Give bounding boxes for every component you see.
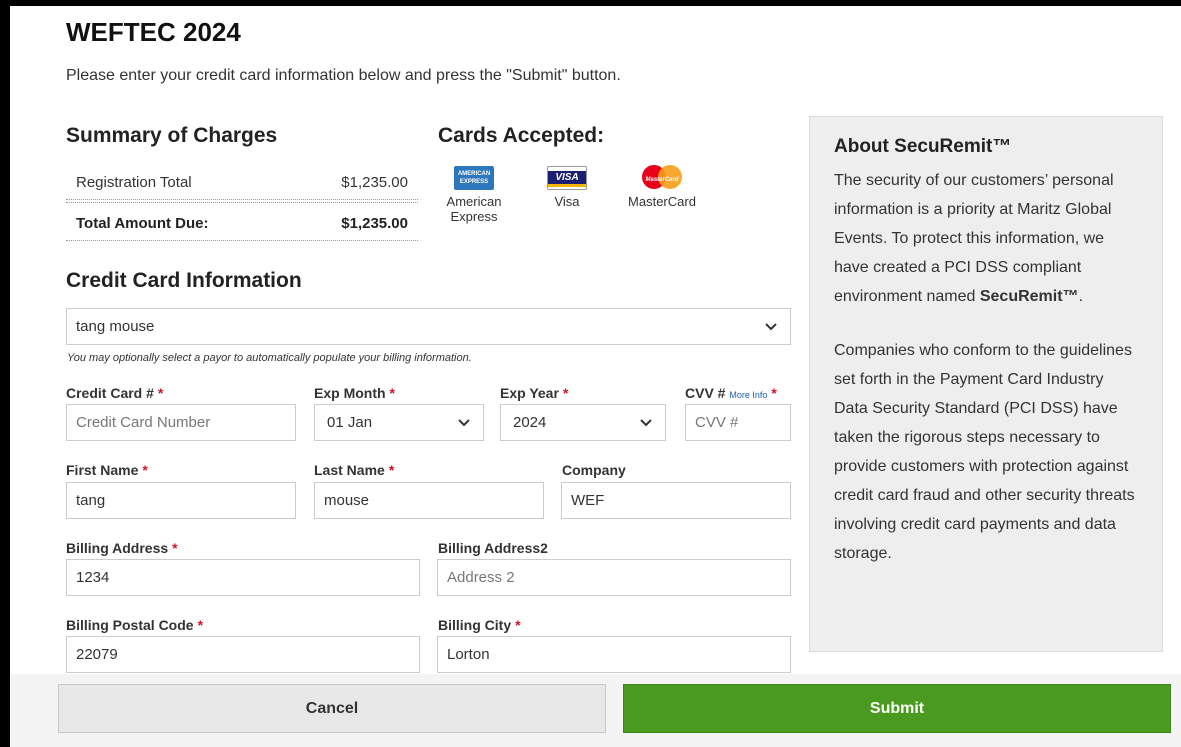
exp-month-value: 01 Jan: [327, 414, 373, 431]
summary-row-value: $1,235.00: [341, 173, 408, 191]
summary-row-total: Total Amount Due: $1,235.00: [66, 212, 418, 234]
payor-hint: You may optionally select a payor to aut…: [67, 352, 472, 364]
first-name-input[interactable]: tang: [66, 482, 296, 519]
billing-address2-label: Billing Address2: [438, 540, 548, 556]
card-mastercard: MasterCard MasterCard: [622, 164, 702, 209]
about-securemit-panel: About SecuRemit™ The security of our cus…: [809, 116, 1163, 652]
required-marker: *: [142, 462, 148, 478]
chevron-down-icon: [765, 323, 777, 331]
exp-year-select[interactable]: 2024: [500, 404, 666, 441]
required-marker: *: [388, 462, 395, 478]
card-name: Express: [450, 209, 498, 224]
billing-address2-input[interactable]: Address 2: [437, 559, 791, 596]
cvv-input[interactable]: CVV #: [685, 404, 791, 441]
payor-select[interactable]: tang mouse: [66, 308, 791, 345]
about-heading: About SecuRemit™: [834, 136, 1012, 157]
summary-heading: Summary of Charges: [66, 124, 278, 147]
cancel-button[interactable]: Cancel: [58, 684, 606, 733]
postal-code-input[interactable]: 22079: [66, 636, 420, 673]
last-name-label: Last Name *: [314, 462, 395, 478]
exp-month-select[interactable]: 01 Jan: [314, 404, 484, 441]
about-paragraph-1: The security of our customers’ personal …: [834, 172, 1114, 305]
mastercard-logo-icon: MasterCard: [641, 164, 683, 190]
page-title: WEFTEC 2024: [66, 17, 241, 47]
company-label: Company: [562, 462, 626, 478]
summary-divider: [66, 202, 418, 203]
amex-logo-icon: AMERICAN EXPRESS: [454, 166, 494, 190]
last-name-input[interactable]: mouse: [314, 482, 544, 519]
page-intro: Please enter your credit card informatio…: [66, 67, 621, 84]
card-number-label: Credit Card # *: [66, 385, 164, 401]
chevron-down-icon: [458, 419, 470, 427]
billing-address-label: Billing Address *: [66, 540, 178, 556]
card-amex: AMERICAN EXPRESS American Express: [442, 166, 506, 224]
summary-divider: [66, 199, 418, 200]
cvv-more-info-link[interactable]: More Info: [729, 390, 767, 400]
postal-code-label: Billing Postal Code *: [66, 617, 204, 633]
card-name: Visa: [554, 194, 580, 209]
required-marker: *: [771, 385, 777, 401]
chevron-down-icon: [640, 419, 652, 427]
submit-button[interactable]: Submit: [623, 684, 1171, 733]
summary-row-label: Registration Total: [76, 173, 192, 191]
required-marker: *: [197, 617, 204, 633]
exp-year-value: 2024: [513, 414, 547, 431]
billing-address-input[interactable]: 1234: [66, 559, 420, 596]
required-marker: *: [172, 540, 178, 556]
card-number-input[interactable]: Credit Card Number: [66, 404, 296, 441]
first-name-label: First Name *: [66, 462, 148, 478]
payor-select-value: tang mouse: [76, 318, 155, 335]
payment-page: WEFTEC 2024 Please enter your credit car…: [10, 6, 1181, 747]
cvv-label: CVV # More Info *: [685, 385, 777, 401]
required-marker: *: [157, 385, 164, 401]
card-name: MasterCard: [628, 194, 696, 209]
card-name: American: [446, 194, 502, 209]
summary-total-label: Total Amount Due:: [76, 214, 209, 232]
exp-month-label: Exp Month *: [314, 385, 395, 401]
required-marker: *: [562, 385, 569, 401]
required-marker: *: [515, 617, 521, 633]
visa-logo-icon: VISA: [547, 166, 587, 190]
exp-year-label: Exp Year *: [500, 385, 569, 401]
required-marker: *: [389, 385, 395, 401]
billing-city-input[interactable]: Lorton: [437, 636, 791, 673]
company-input[interactable]: WEF: [561, 482, 791, 519]
about-paragraph-2: Companies who conform to the guidelines …: [834, 342, 1135, 562]
billing-city-label: Billing City *: [438, 617, 521, 633]
card-visa: VISA Visa: [542, 166, 592, 209]
credit-card-heading: Credit Card Information: [66, 269, 302, 292]
cards-heading: Cards Accepted:: [438, 124, 605, 147]
summary-row-registration: Registration Total $1,235.00: [66, 171, 418, 193]
footer-bar: Cancel Submit: [10, 674, 1181, 747]
summary-total-value: $1,235.00: [341, 214, 408, 232]
summary-divider: [66, 240, 418, 241]
